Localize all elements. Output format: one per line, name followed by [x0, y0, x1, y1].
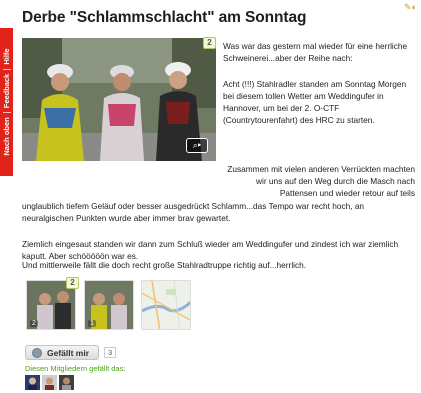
like-button-label: Gefällt mir [47, 347, 90, 358]
comment-count-badge[interactable]: 2 [203, 37, 216, 49]
paragraph-start: Acht (!!!) Stahlradler standen am Sonnta… [223, 79, 407, 126]
avatar[interactable] [25, 375, 40, 390]
side-tab-report[interactable]: Nach oben [2, 117, 11, 155]
like-button[interactable]: Gefällt mir [25, 345, 99, 360]
post-title: Derbe "Schlammschlacht" am Sonntag [22, 9, 307, 26]
hero-photo[interactable]: ⌕▸ [22, 38, 216, 161]
paragraph-route: Zusammen mit vielen anderen Verrückten m… [227, 164, 415, 199]
map-image [142, 281, 190, 329]
side-tab-separator [2, 112, 11, 114]
side-tab-feedback[interactable]: Feedback [2, 74, 11, 109]
gallery-thumbnail[interactable]: 1 [84, 280, 134, 330]
thumbnail-comment-count: 2 [30, 320, 38, 327]
side-tab-separator [2, 68, 11, 70]
thumbnail-comment-count: 1 [88, 320, 96, 327]
paragraph-intro: Was war das gestern mal wieder für eine … [223, 41, 408, 64]
paragraph-group: Und mittlerweile fällt die doch recht gr… [22, 260, 307, 270]
thumbnail-comment-badge[interactable]: 2 [66, 277, 79, 289]
like-icon [32, 347, 42, 358]
paragraph-route-cont: unglaublich tiefem Geläuf oder besser au… [22, 201, 365, 224]
avatar[interactable] [59, 375, 74, 390]
like-count[interactable]: 3 [104, 347, 117, 358]
side-tab[interactable]: Nach oben Feedback Hilfe [0, 28, 13, 176]
share-icons[interactable]: ✎◐ [404, 2, 417, 13]
liked-by-label: Diesen Mitgliedern gefällt das: [25, 364, 126, 373]
side-tab-help[interactable]: Hilfe [2, 48, 11, 64]
map-thumbnail[interactable] [141, 280, 191, 330]
avatar[interactable] [42, 375, 57, 390]
magnify-icon[interactable]: ⌕▸ [186, 138, 208, 153]
